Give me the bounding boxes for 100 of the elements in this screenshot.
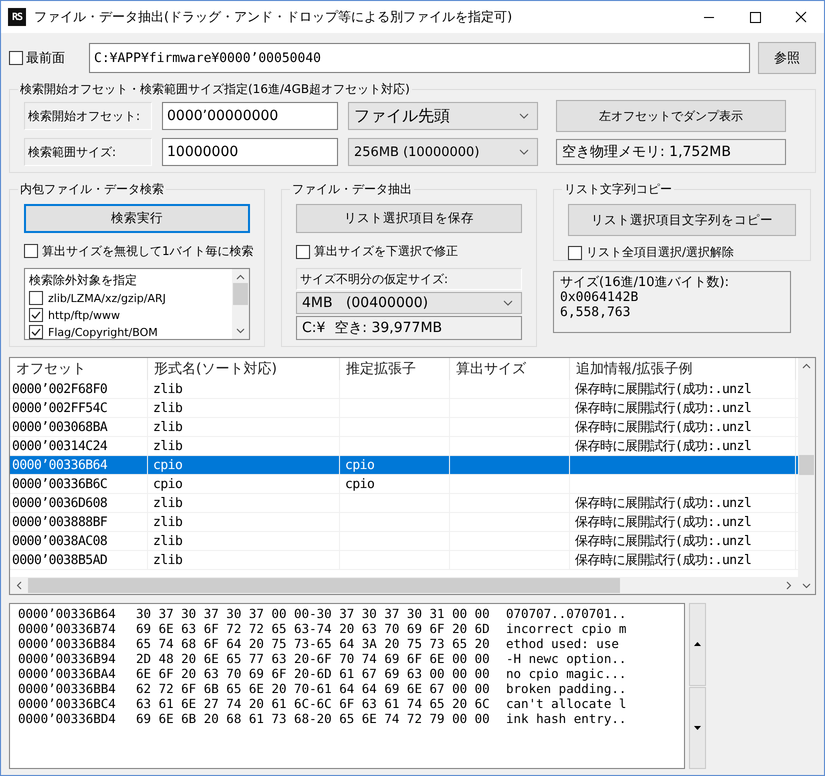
field-label: サイズ不明分の仮定サイズ: xyxy=(296,268,522,290)
hex-ascii: incorrect cpio m xyxy=(506,621,626,636)
group-title: 検索開始オフセット・検索範囲サイズ指定(16進/4GB超オフセット対応) xyxy=(19,81,411,98)
hex-offset: 0000’00336BD4 xyxy=(18,711,117,726)
table-cell-text: 保存時に展開試行(成功:.unzl xyxy=(575,419,752,436)
table-cell: 0000’0038B5AD xyxy=(12,552,108,568)
hex-offset: 0000’00336B94 xyxy=(18,651,117,666)
table-row[interactable]: 0000’002F68F0 zlib 保存時に展開試行(成功:.unzl xyxy=(10,380,798,399)
column-header[interactable]: 算出サイズ xyxy=(450,358,570,380)
table-cell: cpio xyxy=(153,458,182,472)
caret-icon xyxy=(519,113,529,119)
scrollbar-thumb[interactable] xyxy=(28,578,620,593)
hex-bytes: 2D 48 20 6E 65 77 63 20-6F 70 74 69 6F 6E 00 00 xyxy=(136,651,491,666)
field-label: 検索範囲サイズ: xyxy=(24,138,152,166)
caret-icon xyxy=(519,149,529,155)
hex-bytes: 65 74 68 6F 64 20 75 73-65 64 3A 20 75 73 65 20 xyxy=(136,636,491,651)
group-title: リスト文字列コピー xyxy=(563,181,673,198)
table-cell-text: 保存時に展開試行(成功:.unzl xyxy=(575,552,752,569)
table-row[interactable]: 0000’0038B5AD zlib 保存時に展開試行(成功:.unzl xyxy=(10,551,798,570)
column-header[interactable]: 形式名(ソート対応) xyxy=(148,358,340,380)
hex-ascii: ethod used: use xyxy=(506,636,620,651)
table-cell: cpio xyxy=(345,458,374,472)
memory-readout: 空き物理メモリ: 1,752MB xyxy=(556,139,786,165)
table-row[interactable]: 0000’00336B64 cpio cpio xyxy=(10,456,798,475)
group-title: 内包ファイル・データ検索 xyxy=(19,181,165,198)
table-cell: zlib xyxy=(153,534,182,548)
down-arrow-icon xyxy=(694,726,701,730)
browse-button[interactable]: 参照 xyxy=(758,42,816,74)
table-cell: 0000’002FF54C xyxy=(12,400,108,416)
table-cell: zlib xyxy=(153,438,182,454)
table-cell: zlib xyxy=(153,400,182,416)
table-cell: 0000’0038AC08 xyxy=(12,534,108,548)
table-cell: zlib xyxy=(153,514,182,530)
hex-ascii: broken padding.. xyxy=(506,681,626,696)
file-path-field[interactable]: C:¥APP¥firmware¥0000’00050040 xyxy=(89,43,750,73)
topmost-checkbox[interactable]: 最前面 xyxy=(9,49,81,67)
input-field[interactable]: 10000000 xyxy=(162,138,338,166)
table-cell-text: 保存時に展開試行(成功:.unzl xyxy=(575,438,752,455)
copy-button[interactable]: リスト選択項目文字列をコピー xyxy=(568,204,796,236)
hex-bytes: 69 6E 6B 20 68 61 73 68-20 65 6E 74 72 79 00 00 xyxy=(136,711,491,726)
table-cell: 0000’0036D608 xyxy=(12,496,108,510)
table-cell: 0000’003068BA xyxy=(12,420,108,434)
hex-offset: 0000’00336BA4 xyxy=(18,666,117,681)
column-header[interactable]: 追加情報/拡張子例 xyxy=(570,358,796,380)
table-cell: 0000’00336B6C xyxy=(12,476,108,492)
ignore-size-checkbox[interactable]: 算出サイズを無視して1バイト毎に検索 xyxy=(24,242,256,260)
table-row[interactable]: 0000’003888BF zlib 保存時に展開試行(成功:.unzl xyxy=(10,513,798,532)
table-cell-text: 保存時に展開試行(成功:.unzl xyxy=(575,381,752,398)
hex-ascii: 070707..070701.. xyxy=(506,606,626,621)
exclusion-checkbox[interactable]: http/ftp/www xyxy=(29,306,228,324)
checkmark-icon xyxy=(30,326,42,338)
dump-button[interactable]: 左オフセットでダンプ表示 xyxy=(556,100,786,132)
select-all-checkbox[interactable]: リスト全項目選択/選択解除 xyxy=(568,244,802,261)
table-cell: zlib xyxy=(153,382,182,396)
hex-offset: 0000’00336B64 xyxy=(18,606,117,621)
group-title: ファイル・データ抽出 xyxy=(291,181,413,198)
save-button[interactable]: リスト選択項目を保存 xyxy=(296,204,522,234)
table-cell-text: 保存時に展開試行(成功:.unzl xyxy=(575,400,752,417)
hex-bytes: 69 6E 63 6F 72 72 65 63-74 20 63 70 69 6F 20 6D xyxy=(136,621,491,636)
hex-offset: 0000’00336B84 xyxy=(18,636,117,651)
vertical-scrollbar[interactable] xyxy=(798,358,815,594)
table-cell: 0000’00314C24 xyxy=(12,438,108,454)
input-field[interactable]: 0000’00000000 xyxy=(162,102,338,130)
column-header[interactable]: オフセット xyxy=(10,358,148,380)
hex-bytes: 62 72 6F 6B 65 6E 20 70-61 64 64 69 6E 67 00 00 xyxy=(136,681,491,696)
hex-ascii: no cpio magic... xyxy=(506,666,626,681)
up-arrow-icon xyxy=(694,642,701,646)
dropdown[interactable]: 256MB (10000000) xyxy=(348,138,538,166)
dropdown[interactable]: 4MB (00400000) xyxy=(296,292,522,314)
hex-ascii: can't allocate l xyxy=(506,696,626,711)
exclusion-checkbox[interactable]: Flag/Copyright/BOM xyxy=(29,324,228,339)
table-cell: 0000’00336B64 xyxy=(12,458,108,472)
table-cell: 0000’002F68F0 xyxy=(12,382,108,396)
table-row[interactable]: 0000’003068BA zlib 保存時に展開試行(成功:.unzl xyxy=(10,418,798,437)
table-cell-text: 保存時に展開試行(成功:.unzl xyxy=(575,514,752,531)
table-row[interactable]: 0000’00336B6C cpio cpio xyxy=(10,475,798,494)
hex-offset: 0000’00336BB4 xyxy=(18,681,117,696)
table-cell: zlib xyxy=(153,496,182,510)
hex-bytes: 63 61 6E 27 74 20 61 6C-6C 6F 63 61 74 65 20 6C xyxy=(136,696,491,711)
exclusion-checkbox[interactable]: zlib/LZMA/xz/gzip/ARJ xyxy=(29,290,228,307)
search-button[interactable]: 検索実行 xyxy=(24,204,250,233)
hex-ascii: -H newc option.. xyxy=(506,651,626,666)
table-row[interactable]: 0000’0036D608 zlib 保存時に展開試行(成功:.unzl xyxy=(10,494,798,513)
checkmark-icon xyxy=(30,309,42,322)
app-icon: RS xyxy=(8,8,26,26)
table-cell: cpio xyxy=(153,476,182,492)
scrollbar-thumb[interactable] xyxy=(233,282,248,305)
table-row[interactable]: 0000’0038AC08 zlib 保存時に展開試行(成功:.unzl xyxy=(10,532,798,551)
table-cell-text: 保存時に展開試行(成功:.unzl xyxy=(575,495,752,512)
scrollbar-thumb[interactable] xyxy=(799,455,814,475)
adjust-size-checkbox[interactable]: 算出サイズを下選択で修正 xyxy=(296,243,528,260)
size-readout: サイズ(16進/10進バイト数): 0x0064142B 6,558,763 xyxy=(553,271,791,333)
field-label: 検索開始オフセット: xyxy=(24,102,152,130)
window-title: ファイル・データ抽出(ドラッグ・アンド・ドロップ等による別ファイルを指定可) xyxy=(34,9,512,26)
dropdown[interactable]: ファイル先頭 xyxy=(348,102,538,130)
scrollbar[interactable] xyxy=(232,268,249,339)
table-cell: zlib xyxy=(153,420,182,434)
table-row[interactable]: 0000’002FF54C zlib 保存時に展開試行(成功:.unzl xyxy=(10,399,798,418)
horizontal-scrollbar[interactable] xyxy=(10,577,798,594)
column-header[interactable]: 推定拡張子 xyxy=(340,358,450,380)
